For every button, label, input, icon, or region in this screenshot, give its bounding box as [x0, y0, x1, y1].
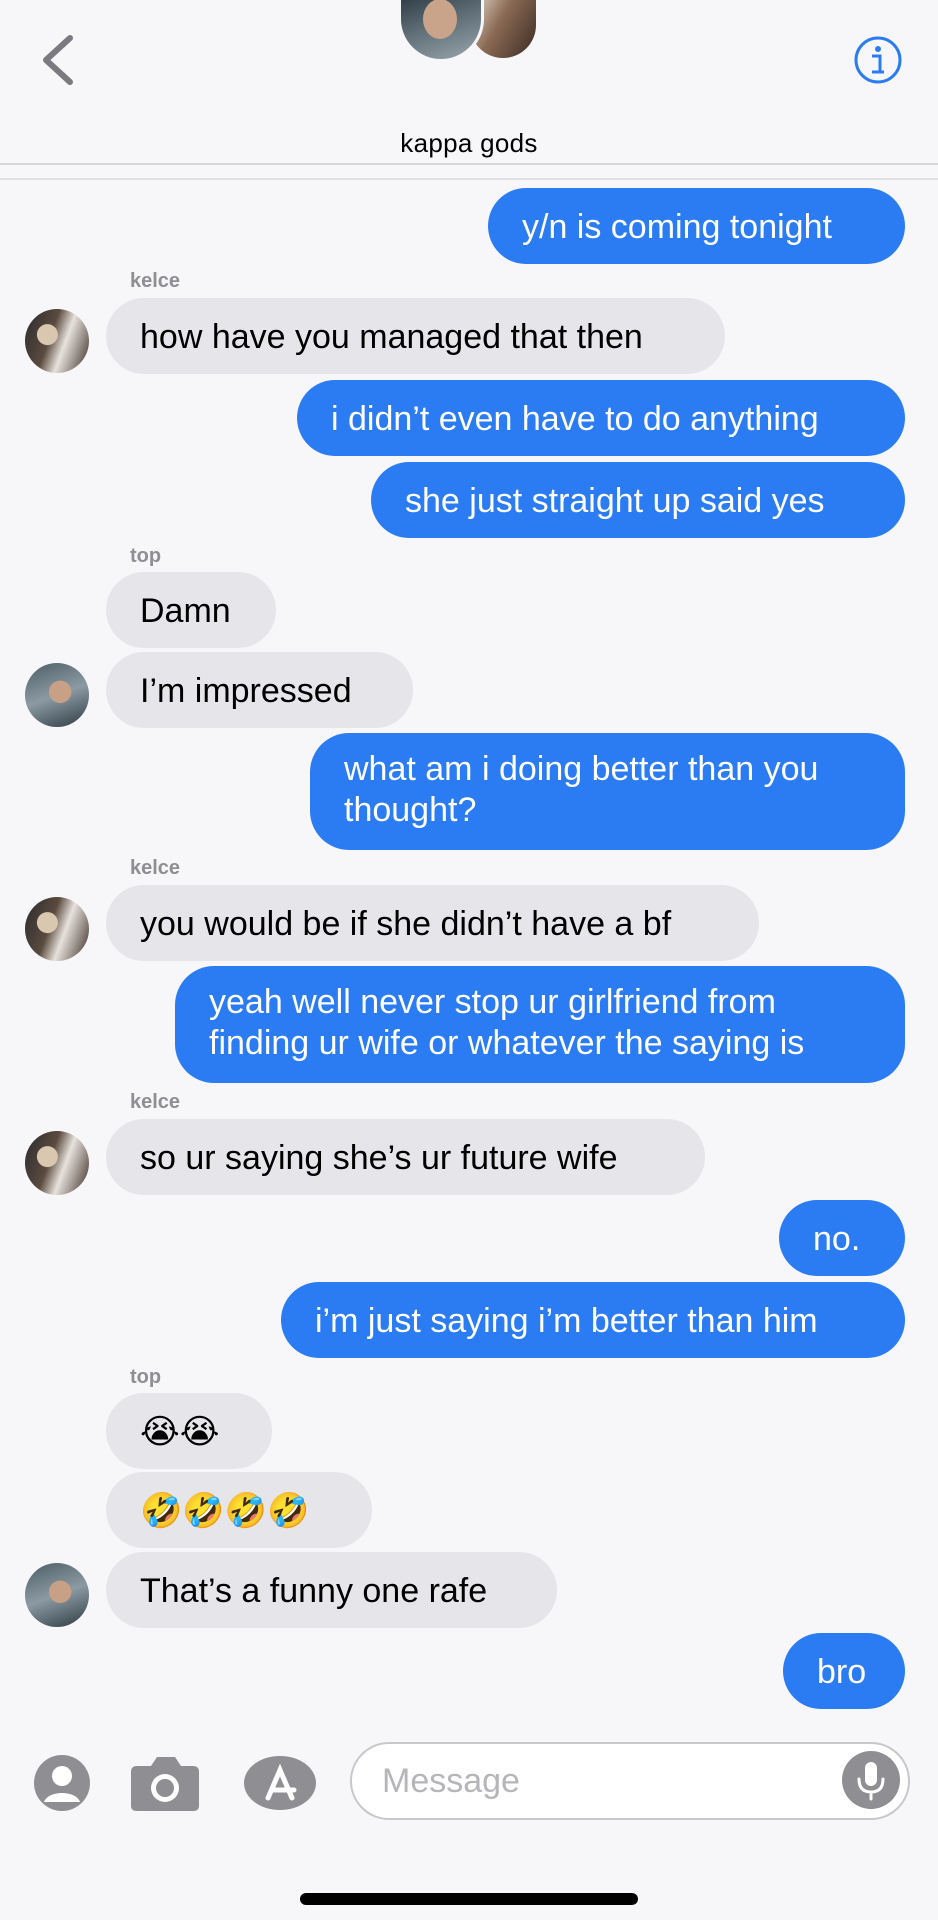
- back-chevron-icon[interactable]: [38, 34, 78, 86]
- camera-icon[interactable]: [129, 1754, 201, 1817]
- outgoing-message[interactable]: yeah well never stop ur girlfriend from …: [175, 966, 905, 1083]
- sender-label: kelce: [130, 1091, 181, 1113]
- outgoing-message[interactable]: y/n is coming tonight: [488, 188, 905, 264]
- app-store-icon[interactable]: [242, 1754, 322, 1817]
- outgoing-message[interactable]: i’m just saying i’m better than him: [281, 1282, 905, 1358]
- group-avatar-top: [398, 0, 484, 62]
- outgoing-message[interactable]: i didn’t even have to do anything: [297, 380, 905, 456]
- incoming-message[interactable]: That’s a funny one rafe: [106, 1552, 557, 1628]
- sender-label: kelce: [130, 270, 181, 292]
- outgoing-message[interactable]: what am i doing better than you thought?: [310, 733, 905, 850]
- sender-avatar[interactable]: [25, 1131, 89, 1195]
- conversation-header: kappa gods: [0, 0, 938, 165]
- home-indicator[interactable]: [300, 1893, 638, 1905]
- sender-label: top: [130, 545, 162, 567]
- message-input[interactable]: Message: [350, 1742, 910, 1820]
- sender-avatar[interactable]: [25, 1563, 89, 1627]
- sender-avatar[interactable]: [25, 309, 89, 373]
- outgoing-message[interactable]: she just straight up said yes: [371, 462, 905, 538]
- outgoing-message[interactable]: bro: [783, 1633, 905, 1709]
- microphone-icon[interactable]: [842, 1751, 900, 1809]
- group-avatars[interactable]: [398, 0, 538, 62]
- info-icon[interactable]: [854, 36, 902, 84]
- message-placeholder: Message: [382, 1762, 520, 1800]
- conversation-title[interactable]: kappa gods: [0, 128, 938, 159]
- header-divider: [0, 178, 938, 180]
- incoming-message[interactable]: you would be if she didn’t have a bf: [106, 885, 759, 961]
- incoming-message[interactable]: how have you managed that then: [106, 298, 725, 374]
- incoming-message[interactable]: I’m impressed: [106, 652, 413, 728]
- sender-label: kelce: [130, 857, 181, 879]
- incoming-message[interactable]: so ur saying she’s ur future wife: [106, 1119, 705, 1195]
- contact-icon[interactable]: [34, 1755, 90, 1816]
- sender-label: top: [130, 1366, 162, 1388]
- incoming-message[interactable]: Damn: [106, 572, 276, 648]
- incoming-message[interactable]: 😭😭: [106, 1393, 272, 1469]
- outgoing-message[interactable]: no.: [779, 1200, 905, 1276]
- incoming-message[interactable]: 🤣🤣🤣🤣: [106, 1472, 372, 1548]
- sender-avatar[interactable]: [25, 663, 89, 727]
- sender-avatar[interactable]: [25, 897, 89, 961]
